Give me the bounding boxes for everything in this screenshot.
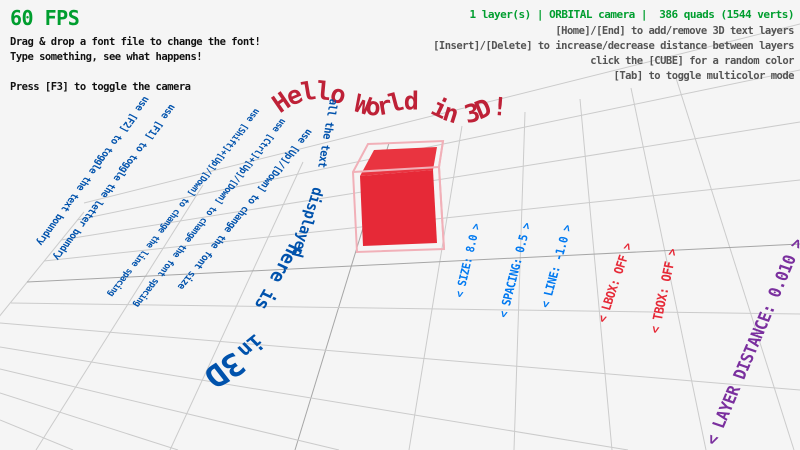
3d-viewport[interactable]: Hello World in 3D! 60 FPS Drag & drop a … — [0, 0, 800, 450]
cube-front-face — [360, 170, 437, 246]
hint-add-remove-layers: [Home]/[End] to add/remove 3D text layer… — [555, 25, 794, 37]
hint-toggle-camera: Press [F3] to toggle the camera — [10, 81, 190, 93]
cube[interactable] — [353, 141, 444, 252]
hint-layer-distance: [Insert]/[Delete] to increase/decrease d… — [433, 40, 794, 52]
hint-drag-drop-font: Drag & drop a font file to change the fo… — [10, 36, 260, 48]
hint-type-something: Type something, see what happens! — [10, 51, 202, 63]
hint-cube-random-color: click the [CUBE] for a random color — [590, 55, 794, 67]
hello-world-3d-text: Hello World in 3D! — [267, 76, 507, 129]
fps-counter: 60 FPS — [10, 6, 79, 30]
hint-multicolor-mode: [Tab] to toggle multicolor mode — [614, 70, 794, 82]
stats-bar: 1 layer(s) | ORBITAL camera | 386 quads … — [470, 8, 795, 21]
scene-canvas: Hello World in 3D! — [0, 0, 800, 450]
